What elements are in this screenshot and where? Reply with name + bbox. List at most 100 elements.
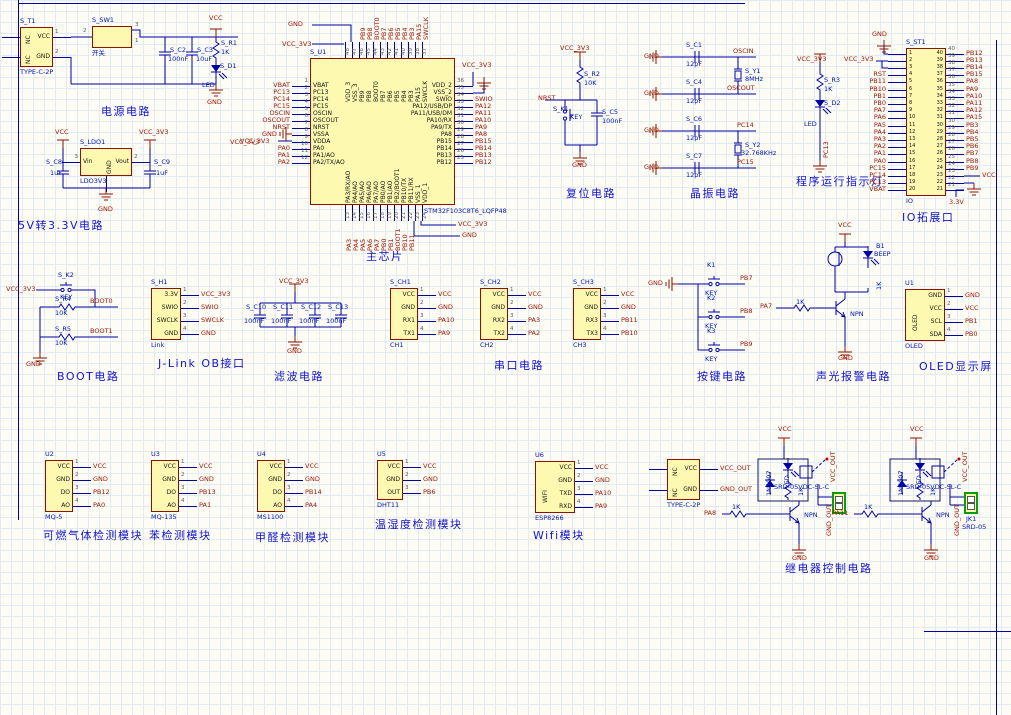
wire-stub [418, 334, 436, 335]
wire-stub [359, 42, 360, 58]
wire-stub [888, 183, 906, 184]
wire-stub [455, 128, 473, 129]
component-ch3[interactable] [573, 288, 601, 340]
wire-stub [292, 100, 310, 101]
wire-stub [380, 205, 381, 221]
wire-stub [888, 54, 906, 55]
component-u4[interactable] [257, 460, 285, 512]
wire-stub [401, 205, 402, 221]
wire-stub [888, 126, 906, 127]
wire-stub [575, 507, 593, 508]
wire-stub [455, 86, 473, 87]
wire-stub [888, 97, 906, 98]
wire-stub [508, 334, 526, 335]
wire-stub [181, 308, 199, 309]
wire-stub [387, 205, 388, 221]
wire-stub [946, 111, 964, 112]
wire-stub [403, 493, 421, 494]
wire-stub [345, 42, 346, 58]
wire-stub [946, 97, 964, 98]
wire-stub [285, 506, 303, 507]
component-u1[interactable] [310, 58, 455, 205]
wire-stub [292, 142, 310, 143]
wire-stub [181, 295, 199, 296]
wire-stub [575, 494, 593, 495]
component-u6[interactable] [535, 461, 575, 513]
wire-stub [73, 467, 91, 468]
wire-stub [366, 42, 367, 58]
resistor-symbols [54, 39, 924, 518]
component-t1[interactable] [20, 27, 53, 67]
wire-stub [946, 147, 964, 148]
wire-stub [292, 128, 310, 129]
component-ldo1[interactable] [80, 148, 132, 176]
wire-stub [292, 121, 310, 122]
wire-stub [380, 42, 381, 58]
wire-stub [946, 176, 964, 177]
wire-stub [179, 493, 197, 494]
wire-stub [292, 114, 310, 115]
wire-stub [508, 295, 526, 296]
component-ch2[interactable] [480, 288, 508, 340]
wire-stub [700, 469, 718, 470]
wire-stub [422, 205, 423, 221]
wire-stub [345, 205, 346, 221]
wire-stub [455, 142, 473, 143]
wire-stub [352, 205, 353, 221]
component-u3[interactable] [151, 460, 179, 512]
wire-stub [455, 100, 473, 101]
relay-output-connector-1[interactable] [832, 492, 846, 514]
wire-stub [394, 205, 395, 221]
wire-stub [945, 322, 963, 323]
wire-stub [888, 140, 906, 141]
wire-stub [946, 162, 964, 163]
wire-stub [179, 480, 197, 481]
wire-stub [946, 68, 964, 69]
wire-stub [946, 126, 964, 127]
schematic-sheet: 电源电路 VCC GND S_C2 100nF S_C3 10uF S_R1 1K S_D1 LED… [0, 0, 1011, 715]
wire-stub [946, 133, 964, 134]
wire-stub [408, 42, 409, 58]
wire-stub [946, 104, 964, 105]
wire-stub [422, 42, 423, 58]
component-st1[interactable] [906, 48, 946, 196]
wire-stub [352, 42, 353, 58]
wire-stub [945, 309, 963, 310]
wire-stub [181, 334, 199, 335]
wire-stub [601, 308, 619, 309]
wire-stub [888, 190, 906, 191]
wire-stub [888, 68, 906, 69]
wire-stub [946, 183, 964, 184]
component-u1o[interactable] [905, 289, 945, 341]
crystal-symbols [733, 63, 743, 161]
wire-stub [408, 205, 409, 221]
component-sw1[interactable] [92, 26, 132, 48]
wire-stub [946, 154, 964, 155]
wire-stub [455, 107, 473, 108]
wire-stub [2, 57, 20, 58]
wire-stub [179, 506, 197, 507]
wire-stub [945, 296, 963, 297]
relay-output-connector-jk1[interactable] [964, 492, 978, 514]
wire-stub [418, 321, 436, 322]
wire-stub [292, 163, 310, 164]
component-t2[interactable] [667, 459, 700, 500]
wire-stub [418, 308, 436, 309]
wire-stub [179, 467, 197, 468]
wire-stub [700, 490, 718, 491]
wire-stub [888, 111, 906, 112]
wire-stub [387, 42, 388, 58]
wire-stub [292, 149, 310, 150]
wire-stub [888, 61, 906, 62]
wire-stub [946, 61, 964, 62]
component-ch1[interactable] [390, 288, 418, 340]
wire-stub [394, 42, 395, 58]
wire-stub [418, 295, 436, 296]
component-u5[interactable] [377, 460, 403, 500]
wire-stub [946, 54, 964, 55]
component-h1[interactable] [151, 288, 181, 340]
component-u2[interactable] [45, 460, 73, 512]
wire-stub [455, 121, 473, 122]
wire-stub [575, 481, 593, 482]
wire-stub [285, 493, 303, 494]
